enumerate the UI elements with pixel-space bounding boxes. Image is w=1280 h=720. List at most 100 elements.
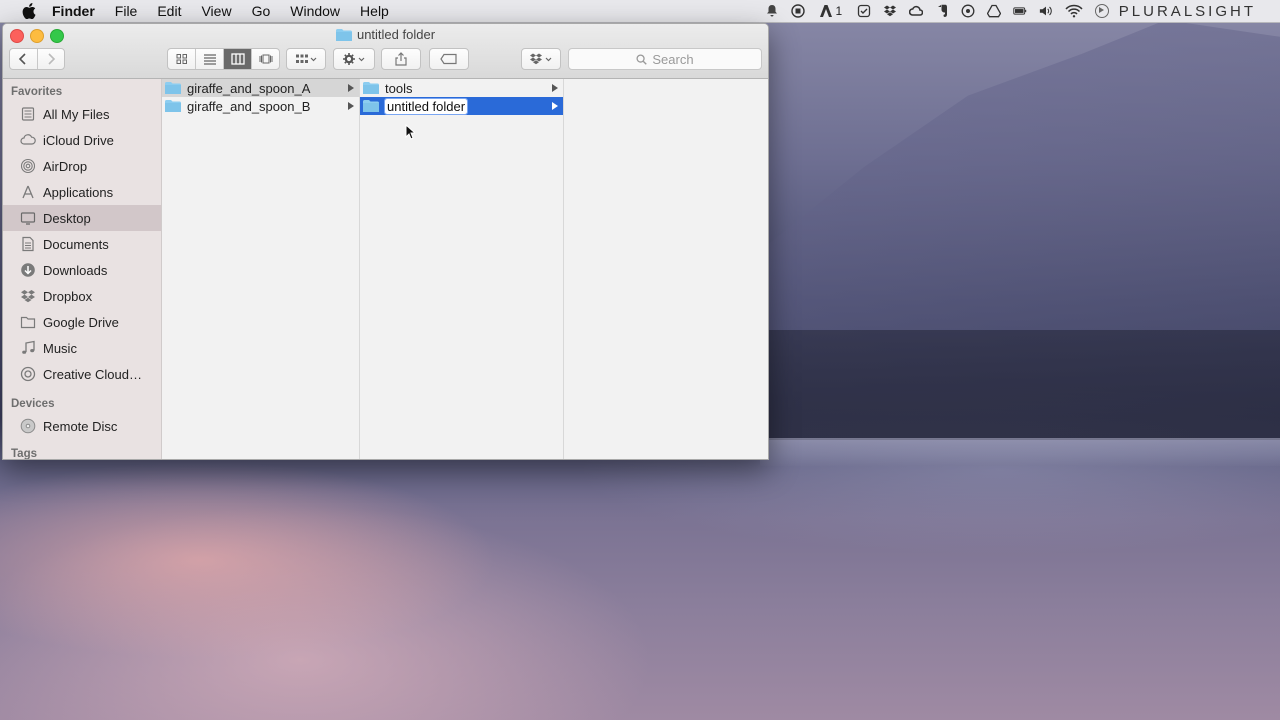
dropbox-toolbar-button[interactable] <box>521 48 561 70</box>
cloud-icon <box>20 132 36 148</box>
mouse-pointer-icon <box>405 124 415 140</box>
list-item-giraffe-and-spoon-a[interactable]: giraffe_and_spoon_A <box>162 79 359 97</box>
sidebar-item-airdrop[interactable]: AirDrop <box>3 153 161 179</box>
list-view-button[interactable] <box>196 49 224 69</box>
back-button[interactable] <box>10 49 38 69</box>
sidebar-heading-tags: Tags <box>11 448 37 459</box>
cover-flow-button[interactable] <box>252 49 279 69</box>
sidebar-item-icloud-drive[interactable]: iCloud Drive <box>3 127 161 153</box>
adobe-status-icon[interactable]: 1 <box>817 4 845 18</box>
music-icon <box>20 340 36 356</box>
google-drive-status-icon[interactable] <box>986 4 1001 18</box>
nav-buttons <box>9 48 65 70</box>
sidebar-item-creative-cloud[interactable]: Creative Cloud… <box>3 361 161 387</box>
sidebar-item-label: Music <box>43 340 77 356</box>
sidebar-heading-favorites: Favorites <box>11 86 63 98</box>
window-title-text: untitled folder <box>356 27 436 42</box>
menu-file[interactable]: File <box>115 3 138 19</box>
sidebar-item-label: Applications <box>43 184 114 200</box>
sidebar-item-label: Desktop <box>43 210 91 226</box>
menu-help[interactable]: Help <box>360 3 389 19</box>
view-mode-control <box>167 48 280 70</box>
shield-status-icon[interactable] <box>961 4 975 18</box>
documents-icon <box>20 236 36 252</box>
browser-column-1[interactable]: giraffe_and_spoon_A giraffe_and_spoon_B <box>162 79 360 459</box>
creative-cloud-status-icon[interactable] <box>908 4 923 18</box>
sidebar-item-label: Dropbox <box>43 288 93 304</box>
sidebar-item-all-my-files[interactable]: All My Files <box>3 101 161 127</box>
sidebar-item-label: Google Drive <box>43 314 119 330</box>
sidebar: Favorites All My Files iCloud Drive AirD… <box>3 79 162 459</box>
record-stop-icon[interactable] <box>791 4 805 18</box>
browser-column-2[interactable]: tools untitled folder <box>360 79 564 459</box>
sidebar-item-documents[interactable]: Documents <box>3 231 161 257</box>
disc-icon <box>20 418 36 434</box>
gear-icon <box>343 53 365 65</box>
all-files-icon <box>20 106 36 122</box>
list-item-tools[interactable]: tools <box>360 79 563 97</box>
sidebar-item-label: AirDrop <box>43 158 88 174</box>
sidebar-item-dropbox[interactable]: Dropbox <box>3 283 161 309</box>
sidebar-item-label: Creative Cloud… <box>43 366 142 382</box>
checkmark-status-icon[interactable] <box>857 4 871 18</box>
forward-button[interactable] <box>38 49 65 69</box>
sidebar-item-applications[interactable]: Applications <box>3 179 161 205</box>
browser-column-3[interactable] <box>564 79 768 459</box>
folder-icon <box>335 28 352 41</box>
status-menus: 1 PLURALSIGHT <box>765 0 1280 22</box>
sidebar-item-music[interactable]: Music <box>3 335 161 361</box>
folder-icon <box>165 82 181 94</box>
folder-icon <box>165 100 181 112</box>
tags-button[interactable] <box>429 48 469 70</box>
apple-menu-icon[interactable] <box>22 3 36 19</box>
sidebar-item-desktop[interactable]: Desktop <box>3 205 161 231</box>
rename-field[interactable]: untitled folder <box>383 97 469 115</box>
sidebar-item-google-drive[interactable]: Google Drive <box>3 309 161 335</box>
folder-icon <box>20 314 36 330</box>
wifi-icon[interactable] <box>1065 4 1083 18</box>
folder-icon <box>363 82 379 94</box>
brand-label: PLURALSIGHT <box>1118 2 1256 20</box>
list-item-label: giraffe_and_spoon_A <box>187 80 311 96</box>
search-field[interactable]: Search <box>568 48 762 70</box>
wallpaper-treeline <box>760 330 1280 440</box>
sidebar-item-remote-disc[interactable]: Remote Disc <box>3 413 161 439</box>
arrange-button[interactable] <box>286 48 326 70</box>
desktop-icon <box>20 210 36 226</box>
menu-app-name[interactable]: Finder <box>52 3 95 19</box>
menu-go[interactable]: Go <box>252 3 271 19</box>
menu-view[interactable]: View <box>201 3 231 19</box>
disclosure-arrow-icon <box>552 84 558 92</box>
disclosure-arrow-icon <box>552 102 558 110</box>
dropbox-icon <box>20 288 36 304</box>
title-bar[interactable]: untitled folder Search <box>3 24 768 79</box>
action-gear-button[interactable] <box>333 48 375 70</box>
list-item-label: giraffe_and_spoon_B <box>187 98 311 114</box>
finder-window: untitled folder Search Favorites All My … <box>2 23 769 460</box>
wallpaper-lake <box>760 438 1280 466</box>
status-extra-count: 1 <box>835 4 843 18</box>
evernote-status-icon[interactable] <box>935 4 949 18</box>
column-view-button[interactable] <box>224 49 252 69</box>
battery-icon[interactable] <box>1013 4 1027 18</box>
disclosure-arrow-icon <box>348 84 354 92</box>
sidebar-item-label: iCloud Drive <box>43 132 114 148</box>
sidebar-item-downloads[interactable]: Downloads <box>3 257 161 283</box>
menu-edit[interactable]: Edit <box>157 3 181 19</box>
menu-bar: Finder File Edit View Go Window Help 1 P… <box>0 0 1280 23</box>
creative-cloud-icon <box>20 366 36 382</box>
notification-bell-icon[interactable] <box>765 4 779 18</box>
list-item-untitled-folder[interactable]: untitled folder <box>360 97 563 115</box>
share-button[interactable] <box>381 48 421 70</box>
downloads-icon <box>20 262 36 278</box>
applications-icon <box>20 184 36 200</box>
list-item-giraffe-and-spoon-b[interactable]: giraffe_and_spoon_B <box>162 97 359 115</box>
dropbox-status-icon[interactable] <box>883 4 897 18</box>
dropbox-icon <box>530 53 552 65</box>
volume-icon[interactable] <box>1039 4 1053 18</box>
icon-view-button[interactable] <box>168 49 196 69</box>
sidebar-heading-devices: Devices <box>11 398 55 410</box>
menu-window[interactable]: Window <box>290 3 340 19</box>
share-icon <box>395 52 407 66</box>
sidebar-item-label: All My Files <box>43 106 110 122</box>
